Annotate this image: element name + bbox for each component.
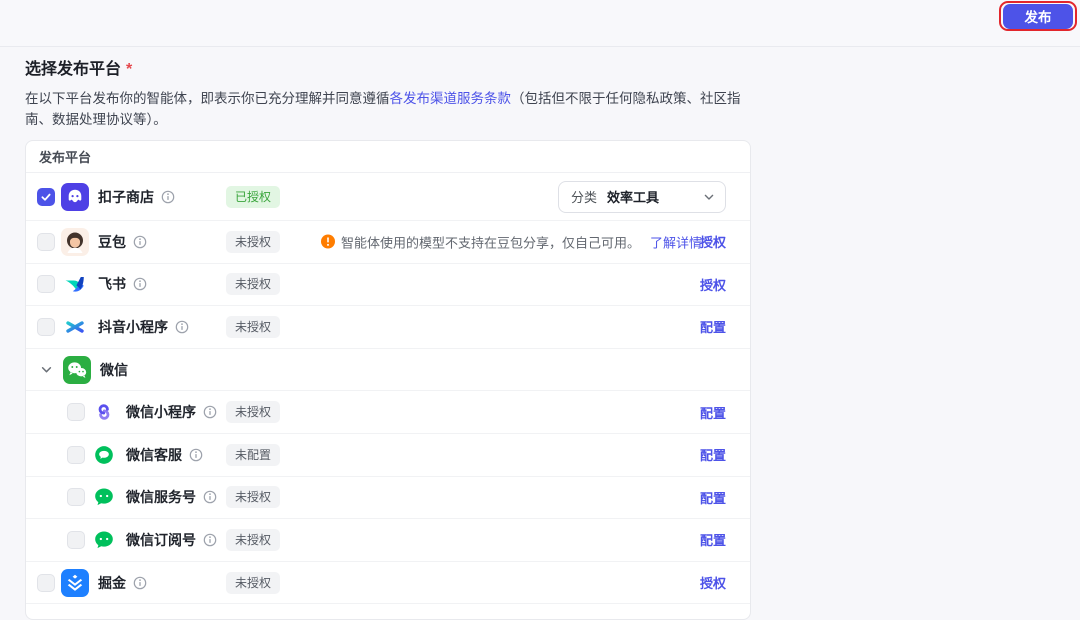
platform-row-coze-store: 扣子商店 已授权 分类效率工具 [26,173,750,221]
platform-row-douyin-mini: 抖音小程序 未授权 配置 [26,306,750,349]
wechat-subscription-icon [91,527,117,553]
info-icon[interactable] [203,532,218,547]
checkbox-coze-store[interactable] [37,188,55,206]
section-title: 选择发布平台 * [25,55,132,79]
badge-column: 未授权 [226,486,280,508]
badge-column: 未授权 [226,316,280,338]
platform-label: 微信 [100,360,128,380]
status-badge: 已授权 [226,186,280,208]
page: { "page": { "topbar": { "publish": "发布" … [0,0,1080,603]
platform-row-feishu: 飞书 未授权 授权 [26,264,750,307]
checkbox-wechat-subscribe[interactable] [67,531,85,549]
model-warning-note: 智能体使用的模型不支持在豆包分享，仅自己可用。了解详情 [321,232,702,251]
checkbox-wechat-kefu[interactable] [67,446,85,464]
publish-platform-table: 发布平台 扣子商店已授权分类效率工具豆包未授权智能体使用的模型不支持在豆包分享，… [25,140,751,620]
action-link-wechat-mini[interactable]: 配置 [700,403,726,422]
status-badge: 未配置 [226,444,280,466]
chevron-down-icon [703,191,715,203]
badge-column: 未授权 [226,273,280,295]
status-badge: 未授权 [226,486,280,508]
required-asterisk: * [126,61,132,78]
info-icon[interactable] [133,575,148,590]
checkbox-douyin-mini[interactable] [37,318,55,336]
platform-label: 抖音小程序 [98,317,168,337]
platform-row-juejin: 掘金 未授权 授权 [26,562,750,605]
status-badge: 未授权 [226,529,280,551]
checkbox-doubao[interactable] [37,233,55,251]
info-icon[interactable] [133,234,148,249]
badge-column: 未授权 [226,572,280,594]
platform-label: 飞书 [98,274,126,294]
action-link-douyin-mini[interactable]: 配置 [700,317,726,336]
badge-column: 已授权 [226,186,280,208]
status-badge: 未授权 [226,316,280,338]
status-badge: 未授权 [226,273,280,295]
feishu-icon [61,270,89,298]
checkbox-wechat-service[interactable] [67,488,85,506]
wechat-service-icon [91,484,117,510]
action-link-wechat-subscribe[interactable]: 配置 [700,530,726,549]
terms-link[interactable]: 各发布渠道服务条款 [390,91,512,106]
platform-label: 微信订阅号 [126,530,196,550]
action-link-doubao[interactable]: 授权 [700,232,726,251]
wechat-kefu-icon [91,442,117,468]
badge-column: 未配置 [226,444,280,466]
coze-store-icon [61,183,89,211]
status-badge: 未授权 [226,231,280,253]
category-select[interactable]: 分类效率工具 [558,181,726,213]
top-bar: 发布 [0,0,1080,47]
info-icon[interactable] [175,319,190,334]
category-value: 效率工具 [607,187,659,206]
section-description: 在以下平台发布你的智能体，即表示你已充分理解并同意遵循各发布渠道服务条款（包括但… [25,88,761,130]
warning-icon [321,235,335,249]
badge-column: 未授权 [226,231,280,253]
wechat-icon [63,356,91,384]
douyin-miniprogram-icon [61,313,89,341]
status-badge: 未授权 [226,401,280,423]
badge-column: 未授权 [226,401,280,423]
checkbox-feishu[interactable] [37,275,55,293]
chevron-down-icon[interactable] [37,361,55,379]
info-icon[interactable] [161,189,176,204]
info-icon[interactable] [189,447,204,462]
action-link-wechat-service[interactable]: 配置 [700,488,726,507]
doubao-icon [61,228,89,256]
description-text-before: 在以下平台发布你的智能体，即表示你已充分理解并同意遵循 [25,91,390,106]
checkbox-juejin[interactable] [37,574,55,592]
platform-row-wechat-subscribe: 微信订阅号 未授权 配置 [26,519,750,562]
platform-label: 豆包 [98,232,126,252]
platform-row-wechat-mini: 微信小程序 未授权 配置 [26,391,750,434]
action-link-juejin[interactable]: 授权 [700,573,726,592]
platform-row-doubao: 豆包 未授权 智能体使用的模型不支持在豆包分享，仅自己可用。了解详情授权 [26,221,750,264]
badge-column: 未授权 [226,529,280,551]
checkbox-wechat-mini[interactable] [67,403,85,421]
platform-label: 扣子商店 [98,187,154,207]
platform-label: 掘金 [98,573,126,593]
wechat-miniprogram-icon [91,399,117,425]
platform-label: 微信客服 [126,445,182,465]
platform-row-wechat-service: 微信服务号 未授权 配置 [26,477,750,520]
platform-row-wechat-kefu: 微信客服 未配置 配置 [26,434,750,477]
platform-label: 微信服务号 [126,487,196,507]
publish-button[interactable]: 发布 [1003,4,1073,29]
page-title: 选择发布平台 [25,61,121,78]
juejin-icon [61,569,89,597]
info-icon[interactable] [133,277,148,292]
learn-more-link[interactable]: 了解详情 [650,232,702,251]
note-text: 智能体使用的模型不支持在豆包分享，仅自己可用。 [341,232,640,251]
action-link-wechat-kefu[interactable]: 配置 [700,445,726,464]
category-label: 分类 [571,187,597,206]
platform-row-wechat-group: 微信 [26,349,750,392]
action-link-feishu[interactable]: 授权 [700,275,726,294]
platform-label: 微信小程序 [126,402,196,422]
info-icon[interactable] [203,405,218,420]
table-header-label: 发布平台 [39,147,91,166]
table-header: 发布平台 [26,141,750,173]
status-badge: 未授权 [226,572,280,594]
annotation-highlight: 发布 [999,1,1077,31]
info-icon[interactable] [203,490,218,505]
table-body: 扣子商店已授权分类效率工具豆包未授权智能体使用的模型不支持在豆包分享，仅自己可用… [26,173,750,604]
